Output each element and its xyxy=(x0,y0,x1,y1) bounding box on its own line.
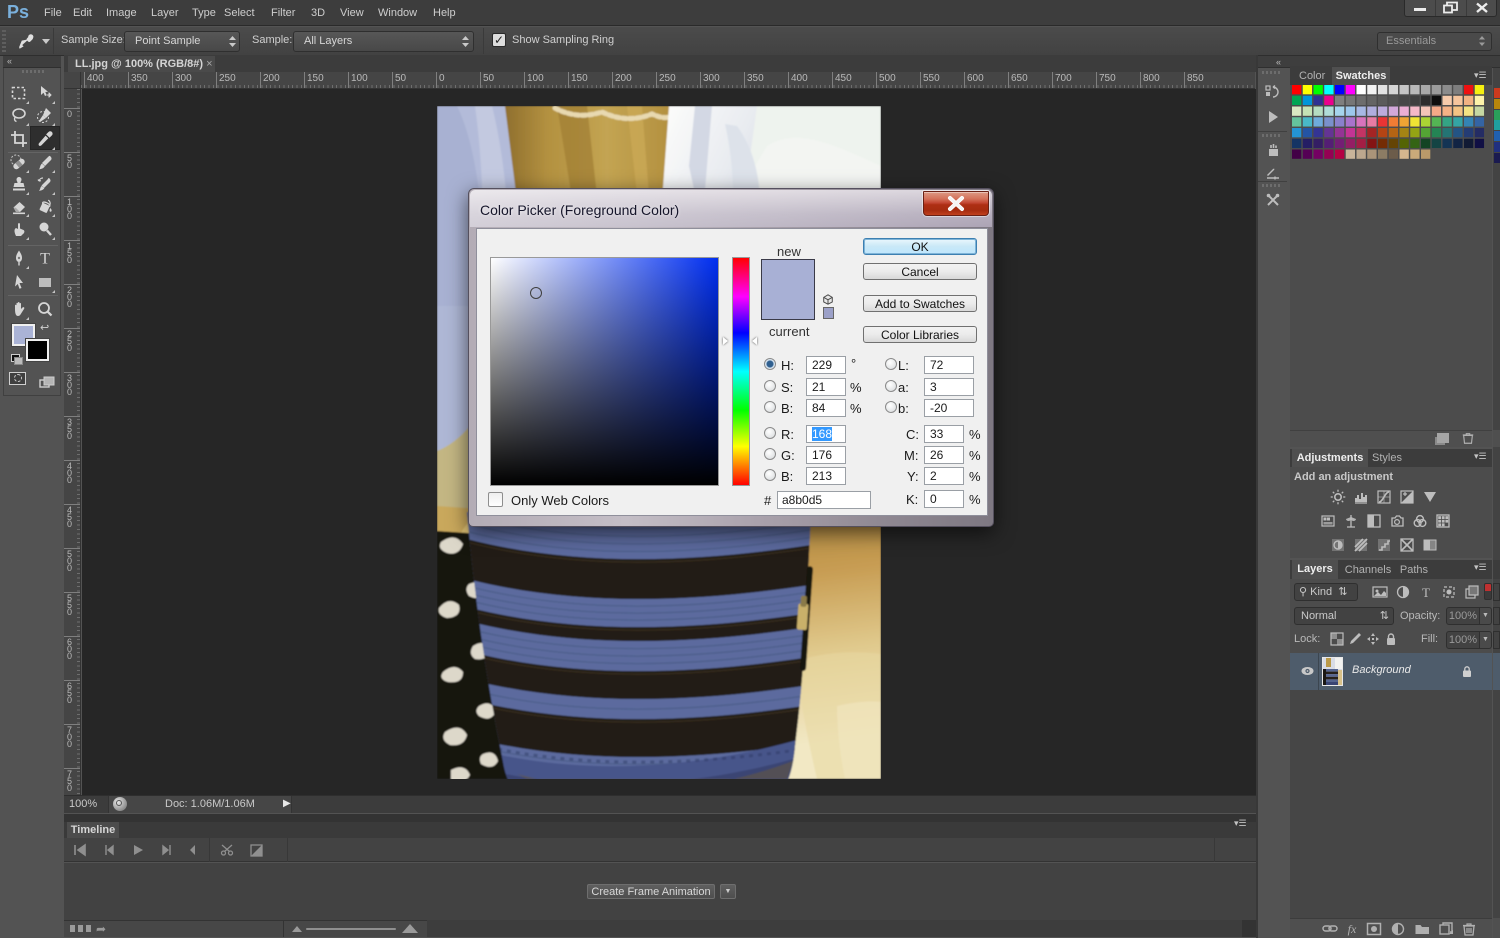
svg-text:T: T xyxy=(1422,585,1430,600)
svg-text:fx: fx xyxy=(1348,922,1357,936)
svg-text:T: T xyxy=(40,251,50,268)
